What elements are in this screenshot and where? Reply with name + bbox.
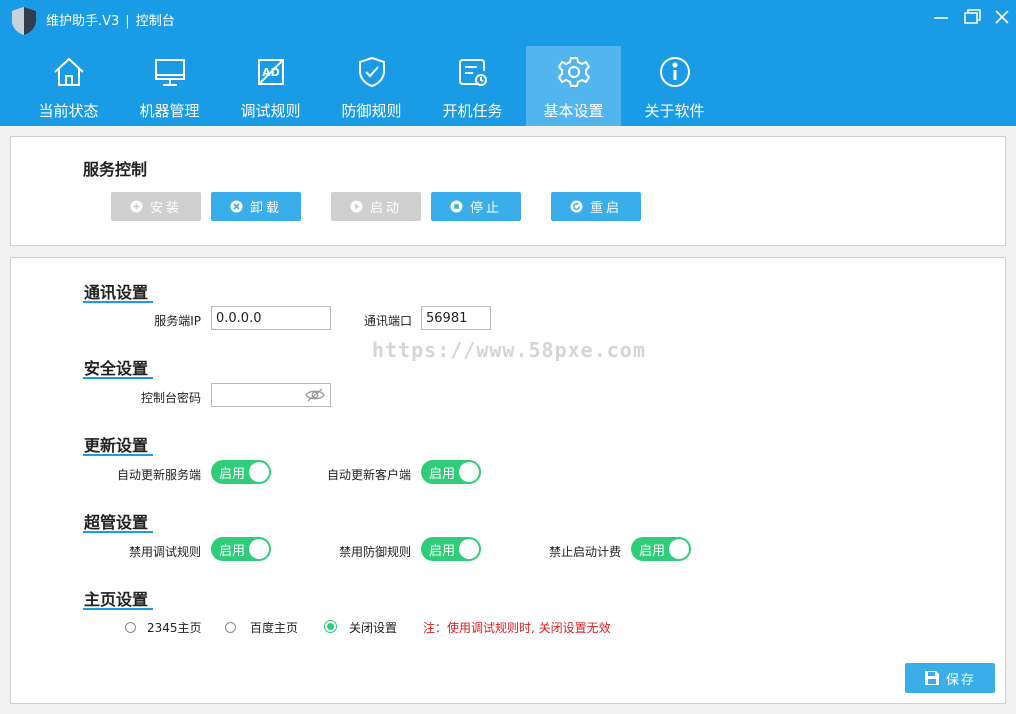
tab-about[interactable]: 关于软件 — [624, 46, 725, 126]
monitor-icon — [152, 54, 188, 90]
disable-defense-rules-toggle[interactable]: 启用 — [421, 537, 481, 561]
disable-debug-rules-label: 禁用调试规则 — [128, 545, 201, 559]
close-icon[interactable] — [991, 6, 1013, 28]
save-label: 保存 — [945, 672, 976, 688]
install-button[interactable]: 安装 — [111, 192, 201, 221]
radio-disable-homepage[interactable] — [324, 620, 337, 633]
disable-debug-rules-toggle[interactable]: 启用 — [211, 537, 271, 561]
auto-update-client-label: 自动更新客户端 — [326, 468, 411, 482]
tab-machine-management[interactable]: 机器管理 — [119, 46, 220, 126]
radio-disable-homepage-label[interactable]: 关闭设置 — [349, 619, 397, 636]
gear-icon — [556, 54, 592, 90]
info-icon — [657, 54, 693, 90]
title-separator: | — [125, 14, 130, 29]
toggle-knob — [459, 539, 479, 559]
superadmin-settings-title: 超管设置 — [84, 513, 149, 532]
security-settings-header: 安全设置 — [83, 355, 153, 379]
service-control-title: 服务控制 — [83, 160, 148, 179]
tab-label: 基本设置 — [543, 102, 604, 120]
maximize-icon[interactable] — [961, 6, 983, 28]
stop-button[interactable]: 停止 — [431, 192, 521, 221]
tab-label: 开机任务 — [442, 102, 503, 120]
update-settings-title: 更新设置 — [84, 436, 149, 455]
port-input[interactable] — [421, 306, 491, 330]
comm-settings-title: 通讯设置 — [84, 283, 149, 302]
toggle-knob — [669, 539, 689, 559]
save-icon — [924, 670, 940, 686]
auto-update-client-toggle[interactable]: 启用 — [421, 460, 481, 484]
restart-label: 重启 — [589, 201, 622, 216]
restart-icon — [570, 200, 583, 213]
console-password-field — [211, 383, 331, 407]
radio-2345-homepage[interactable] — [125, 622, 136, 633]
tab-basic-settings[interactable]: 基本设置 — [526, 46, 621, 126]
toggle-state-label: 启用 — [429, 467, 456, 482]
comm-settings-header: 通讯设置 — [83, 279, 153, 303]
toggle-state-label: 启用 — [219, 467, 246, 482]
stop-circle-icon — [450, 200, 463, 213]
radio-baidu-homepage-label[interactable]: 百度主页 — [250, 619, 298, 636]
server-ip-label: 服务端IP — [154, 314, 201, 328]
tab-label: 当前状态 — [38, 102, 99, 120]
app-title: 维护助手.V3 — [46, 14, 120, 29]
app-shield-icon — [10, 6, 38, 36]
main-tabs: 当前状态 机器管理 AD 调试规则 防御规则 开机任务 基本设置 关于软件 — [18, 46, 725, 126]
tab-label: 防御规则 — [341, 102, 402, 120]
window-title: 维护助手.V3 | 控制台 — [46, 10, 175, 29]
homepage-settings-title: 主页设置 — [84, 590, 149, 609]
plus-circle-icon — [130, 200, 143, 213]
tab-defense-rules[interactable]: 防御规则 — [321, 46, 422, 126]
app-subtitle: 控制台 — [135, 14, 175, 29]
minimize-icon[interactable] — [930, 6, 952, 28]
radio-baidu-homepage[interactable] — [225, 622, 236, 633]
header-bar: 维护助手.V3 | 控制台 当前状态 机器管理 AD 调试规则 防御规则 开机任… — [0, 0, 1016, 126]
eye-slash-icon[interactable] — [304, 387, 326, 403]
tab-current-status[interactable]: 当前状态 — [18, 46, 119, 126]
console-password-label: 控制台密码 — [140, 391, 201, 405]
disable-billing-start-label: 禁止启动计费 — [548, 545, 621, 559]
tab-startup-tasks[interactable]: 开机任务 — [422, 46, 523, 126]
radio-2345-homepage-label[interactable]: 2345主页 — [147, 619, 202, 636]
superadmin-settings-header: 超管设置 — [83, 509, 153, 533]
install-label: 安装 — [149, 201, 182, 216]
console-password-input[interactable] — [216, 384, 304, 406]
toggle-state-label: 启用 — [639, 544, 666, 559]
disable-defense-rules-label: 禁用防御规则 — [338, 545, 411, 559]
settings-panel: 通讯设置 服务端IP 通讯端口 安全设置 控制台密码 更新设置 自动更新服务端 … — [10, 257, 1006, 704]
toggle-knob — [249, 462, 269, 482]
homepage-settings-header: 主页设置 — [83, 586, 153, 610]
service-control-panel: 服务控制 安装 卸载 启动 停止 重启 — [10, 136, 1006, 246]
uninstall-button[interactable]: 卸载 — [211, 192, 301, 221]
uninstall-label: 卸载 — [249, 201, 282, 216]
ad-block-icon: AD — [253, 54, 289, 90]
shield-check-icon — [354, 54, 390, 90]
update-settings-header: 更新设置 — [83, 432, 153, 456]
server-ip-input[interactable] — [211, 306, 331, 330]
port-label: 通讯端口 — [363, 314, 412, 328]
title-bar: 维护助手.V3 | 控制台 — [0, 0, 1016, 38]
toggle-knob — [459, 462, 479, 482]
play-circle-icon — [350, 200, 363, 213]
toggle-knob — [249, 539, 269, 559]
toggle-state-label: 启用 — [429, 544, 456, 559]
auto-update-server-toggle[interactable]: 启用 — [211, 460, 271, 484]
stop-label: 停止 — [469, 201, 502, 216]
tab-label: 调试规则 — [240, 102, 301, 120]
disable-billing-start-toggle[interactable]: 启用 — [631, 537, 691, 561]
tab-label: 机器管理 — [139, 102, 200, 120]
security-settings-title: 安全设置 — [84, 359, 149, 378]
watermark-text: https://www.58pxe.com — [372, 338, 646, 362]
home-icon — [51, 54, 87, 90]
restart-button[interactable]: 重启 — [551, 192, 641, 221]
tab-debug-rules[interactable]: AD 调试规则 — [220, 46, 321, 126]
toggle-state-label: 启用 — [219, 544, 246, 559]
save-button[interactable]: 保存 — [905, 663, 995, 693]
homepage-note: 注：使用调试规则时, 关闭设置无效 — [423, 621, 611, 635]
x-circle-icon — [230, 200, 243, 213]
auto-update-server-label: 自动更新服务端 — [116, 468, 201, 482]
start-button[interactable]: 启动 — [331, 192, 421, 221]
startup-task-icon — [455, 54, 491, 90]
tab-label: 关于软件 — [644, 102, 705, 120]
start-label: 启动 — [369, 201, 402, 216]
